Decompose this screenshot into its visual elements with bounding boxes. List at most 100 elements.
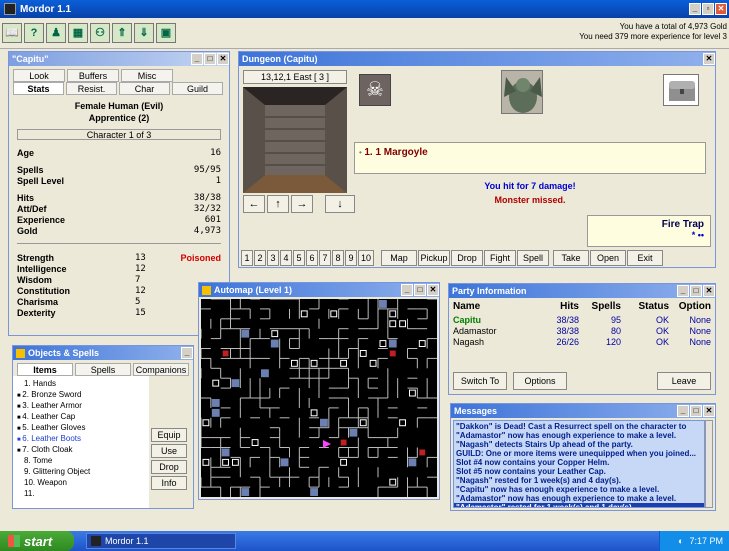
- stat-label: Hits: [17, 193, 35, 203]
- minimize-button[interactable]: _: [181, 347, 193, 359]
- down-stairs-icon[interactable]: ⇓: [134, 23, 154, 43]
- tab-companions[interactable]: Companions: [133, 363, 189, 376]
- slot-7-button[interactable]: 7: [319, 250, 331, 266]
- turn-right-button[interactable]: →: [291, 195, 313, 213]
- slot-4-button[interactable]: 4: [280, 250, 292, 266]
- exit-button[interactable]: Exit: [627, 250, 663, 266]
- inventory-item[interactable]: ■ 4. Leather Cap: [17, 411, 145, 422]
- close-button[interactable]: ✕: [703, 53, 715, 65]
- automap-grid[interactable]: [201, 299, 437, 497]
- drop-button[interactable]: Drop: [151, 460, 187, 474]
- grid-icon[interactable]: ▦: [68, 23, 88, 43]
- up-stairs-icon[interactable]: ⇑: [112, 23, 132, 43]
- map-water-tile: [408, 458, 417, 467]
- close-button[interactable]: ✕: [715, 3, 727, 15]
- monster-list[interactable]: • 1. 1 Margoyle: [354, 142, 706, 174]
- taskbar-app-button[interactable]: Mordor 1.1: [86, 533, 236, 549]
- open-button[interactable]: Open: [590, 250, 626, 266]
- start-button[interactable]: start: [0, 531, 74, 551]
- book-icon[interactable]: 📖: [2, 23, 22, 43]
- map-water-tile: [310, 488, 318, 496]
- spell-button[interactable]: Spell: [517, 250, 549, 266]
- close-button[interactable]: ✕: [703, 285, 715, 297]
- inventory-item[interactable]: ■ 3. Leather Armor: [17, 400, 145, 411]
- inventory-item[interactable]: ■ 2. Bronze Sword: [17, 389, 145, 400]
- tab-char[interactable]: Char: [119, 82, 170, 95]
- attribute-value: 7: [135, 275, 141, 285]
- skull-icon[interactable]: ☠: [359, 74, 391, 106]
- monster-entry[interactable]: 1. 1 Margoyle: [364, 147, 427, 158]
- slot-9-button[interactable]: 9: [345, 250, 357, 266]
- forward-button[interactable]: ↑: [267, 195, 289, 213]
- minimize-button[interactable]: _: [191, 53, 203, 65]
- minimize-button[interactable]: _: [677, 405, 689, 417]
- pickup-button[interactable]: Pickup: [418, 250, 450, 266]
- slot-1-button[interactable]: 1: [241, 250, 253, 266]
- inventory-item[interactable]: 10. Weapon: [17, 477, 145, 488]
- attribute-value: 5: [135, 297, 141, 307]
- close-button[interactable]: ✕: [703, 405, 715, 417]
- restore-button[interactable]: □: [690, 405, 702, 417]
- party-member-row[interactable]: Adamastor 38/38 80 OK None: [453, 326, 711, 337]
- tab-stats[interactable]: Stats: [13, 82, 64, 95]
- tab-items[interactable]: Items: [17, 363, 73, 376]
- info-button[interactable]: Info: [151, 476, 187, 490]
- tab-misc[interactable]: Misc: [121, 69, 173, 82]
- tab-spells[interactable]: Spells: [75, 363, 131, 376]
- backward-button[interactable]: ↓: [325, 195, 355, 213]
- equip-button[interactable]: Equip: [151, 428, 187, 442]
- restore-button[interactable]: □: [204, 53, 216, 65]
- minimize-button[interactable]: _: [677, 285, 689, 297]
- party-member-row[interactable]: Capitu 38/38 95 OK None: [453, 315, 711, 326]
- inventory-item[interactable]: ■ 6. Leather Boots: [17, 433, 145, 444]
- tab-resist[interactable]: Resist.: [66, 82, 117, 95]
- close-button[interactable]: ✕: [427, 284, 439, 296]
- slot-3-button[interactable]: 3: [267, 250, 279, 266]
- taskbar: start Mordor 1.1 ◐ 7:17 PM: [0, 531, 729, 551]
- window-icon[interactable]: ▣: [156, 23, 176, 43]
- inventory-item[interactable]: ■ 7. Cloth Cloak: [17, 444, 145, 455]
- volume-icon[interactable]: ◐: [678, 536, 683, 546]
- party-member-row[interactable]: Nagash 26/26 120 OK None: [453, 337, 711, 348]
- switch-to-button[interactable]: Switch To: [453, 372, 507, 390]
- leave-button[interactable]: Leave: [657, 372, 711, 390]
- tab-buffers[interactable]: Buffers: [67, 69, 119, 82]
- message-line: Slot #4 now contains your Copper Helm.: [456, 458, 610, 467]
- minimize-button[interactable]: _: [401, 284, 413, 296]
- party-icon[interactable]: ♟: [46, 23, 66, 43]
- map-button[interactable]: Map: [381, 250, 417, 266]
- slot-8-button[interactable]: 8: [332, 250, 344, 266]
- minimize-button[interactable]: _: [689, 3, 701, 15]
- app-icon: [4, 3, 16, 15]
- take-button[interactable]: Take: [553, 250, 589, 266]
- slot-2-button[interactable]: 2: [254, 250, 266, 266]
- slot-5-button[interactable]: 5: [293, 250, 305, 266]
- message-line: "Nagash" detects Stairs Up ahead of the …: [456, 440, 633, 449]
- use-button[interactable]: Use: [151, 444, 187, 458]
- restore-button[interactable]: □: [414, 284, 426, 296]
- drop-button[interactable]: Drop: [451, 250, 483, 266]
- slot-6-button[interactable]: 6: [306, 250, 318, 266]
- close-button[interactable]: ✕: [217, 53, 229, 65]
- chest-icon[interactable]: [663, 74, 699, 106]
- messages-list[interactable]: "Dakkon" is Dead! Cast a Resurrect spell…: [453, 420, 705, 508]
- fight-button[interactable]: Fight: [484, 250, 516, 266]
- inventory-item[interactable]: 8. Tome: [17, 455, 145, 466]
- inventory-item[interactable]: 11.: [17, 488, 145, 499]
- options-button[interactable]: Options: [513, 372, 567, 390]
- people-icon[interactable]: ⚇: [90, 23, 110, 43]
- objects-window-title: Objects & Spells _: [13, 346, 193, 360]
- messages-scrollbar[interactable]: [705, 420, 713, 508]
- restore-button[interactable]: □: [690, 285, 702, 297]
- turn-left-button[interactable]: ←: [243, 195, 265, 213]
- tab-guild[interactable]: Guild: [172, 82, 223, 95]
- inventory-item[interactable]: 9. Glittering Object: [17, 466, 145, 477]
- slot-10-button[interactable]: 10: [358, 250, 374, 266]
- inventory-item[interactable]: 1. Hands: [17, 378, 145, 389]
- inventory-item[interactable]: ■ 5. Leather Gloves: [17, 422, 145, 433]
- tab-look[interactable]: Look: [13, 69, 65, 82]
- help-icon[interactable]: ?: [24, 23, 44, 43]
- map-box-marker: [359, 350, 367, 357]
- maximize-button[interactable]: ▫: [702, 3, 714, 15]
- map-water-tile: [261, 369, 269, 378]
